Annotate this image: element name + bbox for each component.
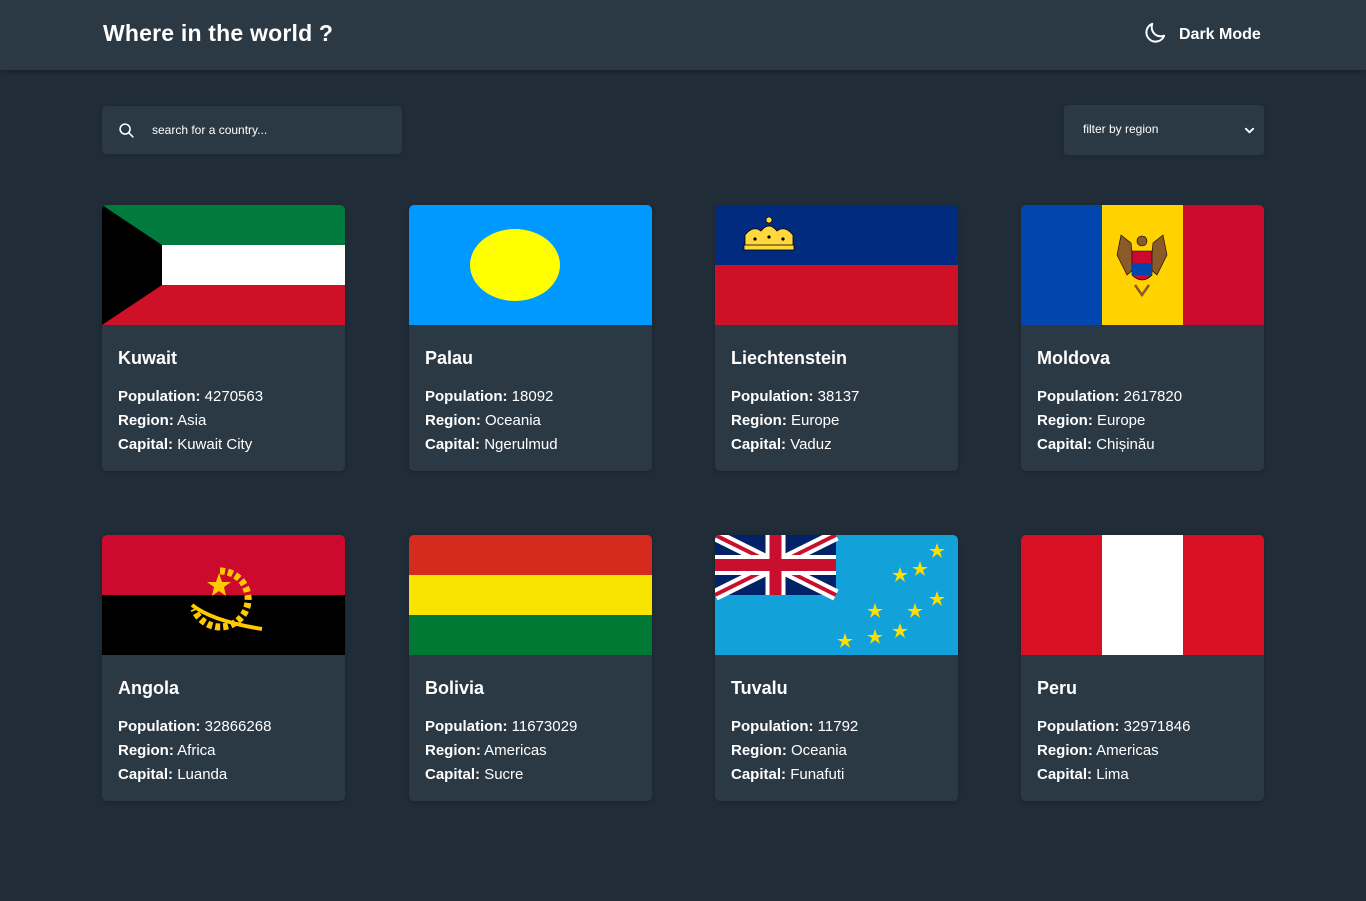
capital-label: Capital: (731, 766, 787, 783)
capital-label: Capital: (425, 766, 481, 783)
country-card-angola[interactable]: Angola Population: 32866268 Region: Afri… (102, 535, 345, 801)
region-value: Oceania (485, 412, 541, 429)
capital-label: Capital: (1037, 436, 1093, 453)
region-value: Europe (791, 412, 840, 429)
region-value: Americas (1096, 742, 1159, 759)
dark-mode-toggle[interactable]: Dark Mode (1142, 21, 1261, 49)
search-box[interactable] (102, 106, 402, 154)
country-name: Palau (425, 348, 474, 368)
country-info: Population: 32866268 Region: Africa Capi… (118, 715, 271, 787)
population-value: 18092 (511, 388, 554, 405)
country-info: Population: 4270563 Region: Asia Capital… (118, 385, 263, 457)
country-info: Population: 32971846 Region: Americas Ca… (1037, 715, 1190, 787)
capital-value: Lima (1096, 766, 1129, 783)
country-name: Liechtenstein (731, 348, 848, 368)
country-card-bolivia[interactable]: Bolivia Population: 11673029 Region: Ame… (409, 535, 652, 801)
capital-value: Vaduz (790, 436, 832, 453)
flag-tuvalu (715, 535, 958, 655)
flag-moldova (1021, 205, 1264, 325)
flag-bolivia (409, 535, 652, 655)
region-label: Region: (1037, 742, 1093, 759)
capital-value: Luanda (177, 766, 228, 783)
population-label: Population: (731, 388, 814, 405)
flag-kuwait (102, 205, 345, 325)
capital-value: Ngerulmud (484, 436, 558, 453)
region-label: Region: (731, 412, 787, 429)
country-card-liechtenstein[interactable]: Liechtenstein Population: 38137 Region: … (715, 205, 958, 471)
population-value: 2617820 (1123, 388, 1183, 405)
country-info: Population: 11673029 Region: Americas Ca… (425, 715, 577, 787)
flag-angola (102, 535, 345, 655)
region-value: Oceania (791, 742, 847, 759)
country-card-moldova[interactable]: Moldova Population: 2617820 Region: Euro… (1021, 205, 1264, 471)
population-label: Population: (118, 718, 201, 735)
country-name: Bolivia (425, 678, 485, 698)
region-value: Europe (1097, 412, 1146, 429)
population-value: 11673029 (511, 718, 578, 735)
flag-liechtenstein (715, 205, 958, 325)
country-card-kuwait[interactable]: Kuwait Population: 4270563 Region: Asia … (102, 205, 345, 471)
region-filter-select[interactable]: filter by region (1064, 105, 1264, 155)
country-name: Angola (118, 678, 179, 698)
region-value: Americas (484, 742, 547, 759)
region-value: Asia (177, 412, 207, 429)
country-info: Population: 38137 Region: Europe Capital… (731, 385, 859, 457)
population-value: 4270563 (204, 388, 264, 405)
country-info: Population: 11792 Region: Oceania Capita… (731, 715, 858, 787)
country-name: Moldova (1037, 348, 1111, 368)
capital-value: Sucre (484, 766, 524, 783)
top-bar: Where in the world ? Dark Mode (0, 0, 1366, 70)
region-label: Region: (425, 412, 481, 429)
region-label: Region: (118, 412, 174, 429)
flag-peru (1021, 535, 1264, 655)
capital-value: Kuwait City (177, 436, 253, 453)
population-label: Population: (118, 388, 201, 405)
region-label: Region: (731, 742, 787, 759)
country-info: Population: 2617820 Region: Europe Capit… (1037, 385, 1182, 457)
country-card-tuvalu[interactable]: Tuvalu Population: 11792 Region: Oceania… (715, 535, 958, 801)
dark-mode-label: Dark Mode (1179, 26, 1261, 43)
capital-label: Capital: (118, 436, 174, 453)
population-value: 32971846 (1123, 718, 1191, 735)
search-input[interactable] (152, 106, 392, 154)
region-label: Region: (425, 742, 481, 759)
flag-palau (409, 205, 652, 325)
capital-label: Capital: (425, 436, 481, 453)
region-label: Region: (1037, 412, 1093, 429)
population-label: Population: (731, 718, 814, 735)
region-filter-label: filter by region (1083, 122, 1159, 136)
capital-label: Capital: (1037, 766, 1093, 783)
population-label: Population: (425, 718, 508, 735)
capital-value: Funafuti (790, 766, 845, 783)
app-title: Where in the world ? (103, 20, 334, 46)
country-card-palau[interactable]: Palau Population: 18092 Region: Oceania … (409, 205, 652, 471)
country-name: Tuvalu (731, 678, 788, 698)
country-name: Peru (1037, 678, 1078, 698)
country-name: Kuwait (118, 348, 178, 368)
population-label: Population: (425, 388, 508, 405)
capital-label: Capital: (118, 766, 174, 783)
union-jack-canton (715, 535, 839, 601)
region-label: Region: (118, 742, 174, 759)
moon-icon (1142, 20, 1168, 51)
population-label: Population: (1037, 388, 1120, 405)
capital-label: Capital: (731, 436, 787, 453)
population-label: Population: (1037, 718, 1120, 735)
population-value: 38137 (817, 388, 860, 405)
capital-value: Chișinău (1096, 436, 1155, 453)
population-value: 32866268 (204, 718, 272, 735)
country-card-peru[interactable]: Peru Population: 32971846 Region: Americ… (1021, 535, 1264, 801)
country-info: Population: 18092 Region: Oceania Capita… (425, 385, 558, 457)
region-value: Africa (177, 742, 216, 759)
population-value: 11792 (817, 718, 859, 735)
